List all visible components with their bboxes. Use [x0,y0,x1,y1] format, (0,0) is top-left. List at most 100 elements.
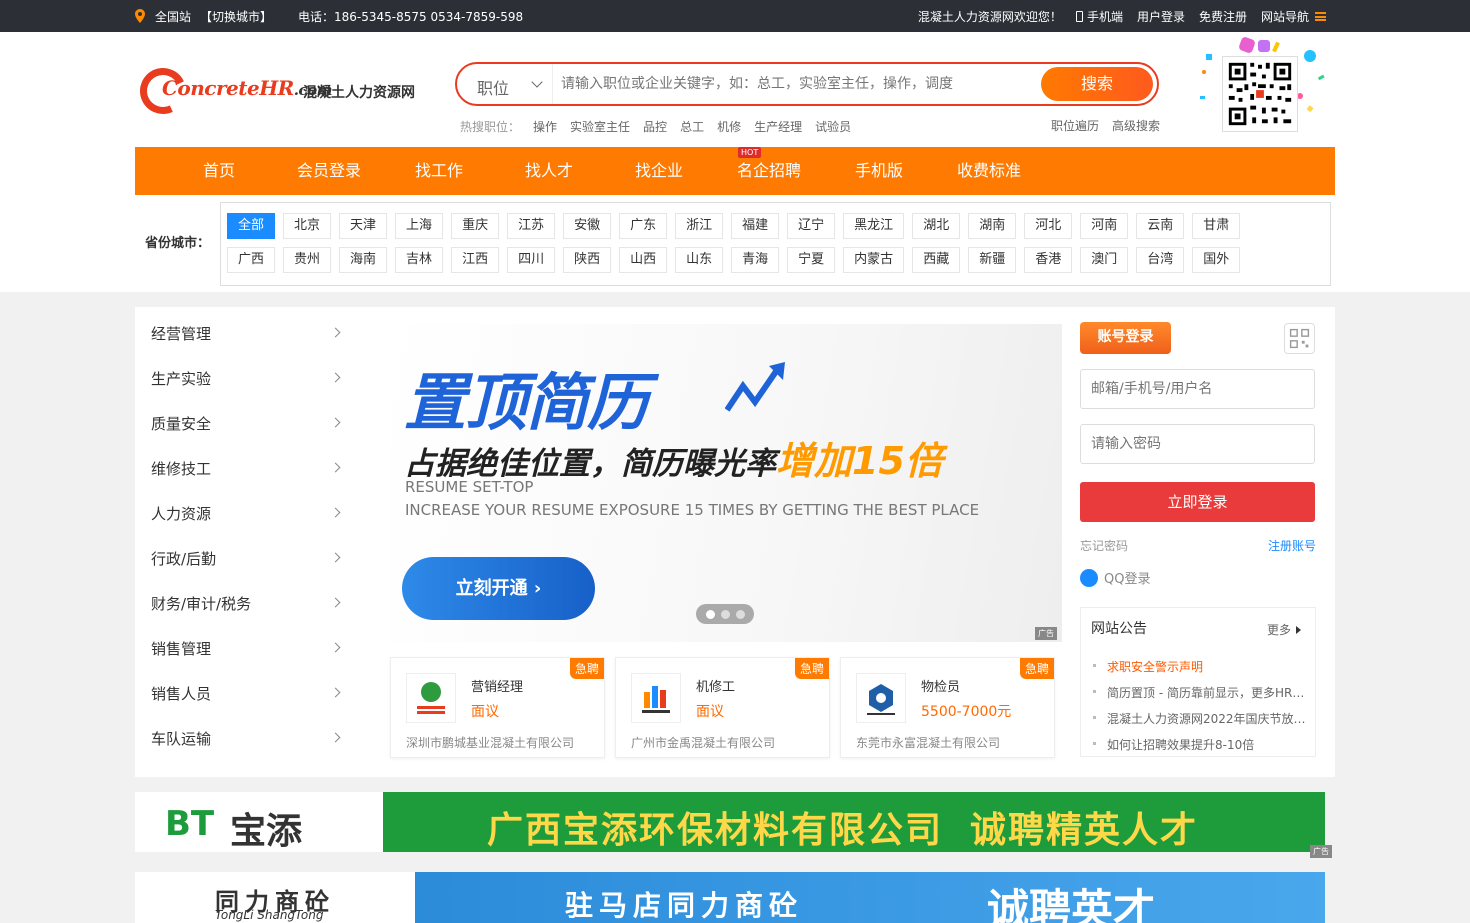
province-item[interactable]: 河南 [1080,213,1129,239]
province-item[interactable]: 香港 [1024,247,1073,273]
category-item[interactable]: 生产实验 [151,360,351,405]
province-item[interactable]: 重庆 [451,213,500,239]
ad-banner-tongli[interactable]: 同力商砼 TongLi ShangTong 驻马店同力商砼 诚聘英才 [135,872,1325,923]
province-item[interactable]: 辽宁 [787,213,836,239]
province-item[interactable]: 北京 [283,213,332,239]
category-item[interactable]: 行政/后勤 [151,540,351,585]
user-login-link[interactable]: 用户登录 [1137,8,1185,25]
job-card[interactable]: 急聘 机修工 面议 广州市金禹混凝土有限公司 [615,657,830,758]
account-login-tab[interactable]: 账号登录 [1080,322,1171,354]
more-link[interactable]: 更多 [1267,621,1301,638]
all-jobs-link[interactable]: 职位遍历 [1051,117,1099,134]
site-nav-link[interactable]: 网站导航 [1261,8,1326,25]
job-card[interactable]: 急聘 营销经理 面议 深圳市鹏城基业混凝土有限公司 [390,657,605,758]
province-item[interactable]: 天津 [339,213,388,239]
company-name: 广州市金禹混凝土有限公司 [631,736,776,750]
welcome-text: 混凝土人力资源网欢迎您！ [917,10,1062,24]
province-item[interactable]: 上海 [395,213,444,239]
qr-login-icon[interactable] [1284,323,1315,354]
category-item[interactable]: 财务/审计/税务 [151,585,351,630]
category-item[interactable]: 销售管理 [151,630,351,675]
province-item[interactable]: 湖南 [968,213,1017,239]
province-item[interactable]: 云南 [1136,213,1185,239]
username-input[interactable] [1080,369,1315,409]
nav-pricing[interactable]: 收费标准 [957,147,1067,195]
province-item[interactable]: 江西 [451,247,500,273]
qq-login-link[interactable]: QQ登录 [1080,568,1150,587]
province-item[interactable]: 江苏 [507,213,556,239]
chevron-down-icon[interactable] [531,76,543,88]
nav-home[interactable]: 首页 [203,147,297,195]
banner-cta-button[interactable]: 立刻开通 › [402,557,595,620]
province-item[interactable]: 山东 [675,247,724,273]
hot-item[interactable]: 机修 [717,118,741,135]
province-item[interactable]: 澳门 [1080,247,1129,273]
category-item[interactable]: 质量安全 [151,405,351,450]
promo-banner[interactable]: 置顶简历 占据绝佳位置，简历曝光率增加15倍 RESUME SET-TOP IN… [390,324,1062,642]
province-item[interactable]: 海南 [339,247,388,273]
announcement-item[interactable]: 混凝土人力资源网2022年国庆节放假通知 [1093,710,1307,736]
province-item[interactable]: 湖北 [912,213,961,239]
province-item[interactable]: 福建 [731,213,780,239]
nav-mobile[interactable]: 手机版 [855,147,957,195]
category-item[interactable]: 人力资源 [151,495,351,540]
register-link[interactable]: 注册账号 [1268,537,1316,554]
qq-login-label: QQ登录 [1104,572,1151,587]
province-item[interactable]: 宁夏 [787,247,836,273]
carousel-dot[interactable] [705,609,715,619]
hot-item[interactable]: 试验员 [815,118,851,135]
hot-item[interactable]: 生产经理 [754,118,802,135]
category-item[interactable]: 维修技工 [151,450,351,495]
province-item[interactable]: 安徽 [563,213,612,239]
province-item[interactable]: 黑龙江 [843,213,905,239]
province-item[interactable]: 浙江 [675,213,724,239]
switch-city-link[interactable]: 【切换城市】 [200,8,272,25]
province-item[interactable]: 青海 [731,247,780,273]
hot-item[interactable]: 总工 [680,118,704,135]
province-item[interactable]: 广东 [619,213,668,239]
job-card[interactable]: 急聘 物检员 5500-7000元 东莞市永富混凝土有限公司 [840,657,1055,758]
hot-item[interactable]: 品控 [643,118,667,135]
province-item[interactable]: 四川 [507,247,556,273]
advanced-search-link[interactable]: 高级搜索 [1112,117,1160,134]
province-item[interactable]: 甘肃 [1192,213,1241,239]
site-logo[interactable]: ConcreteHR.com 混凝土人力资源网 [133,61,420,121]
forgot-password-link[interactable]: 忘记密码 [1080,537,1128,554]
nav-member-login[interactable]: 会员登录 [297,147,415,195]
province-item[interactable]: 新疆 [968,247,1017,273]
province-item[interactable]: 广西 [227,247,276,273]
mobile-link[interactable]: 手机端 [1075,8,1123,25]
search-type-select[interactable]: 职位 [477,75,509,99]
search-button[interactable]: 搜索 [1041,67,1153,101]
nav-find-job[interactable]: 找工作 [415,147,525,195]
province-item[interactable]: 山西 [619,247,668,273]
free-register-link[interactable]: 免费注册 [1199,8,1247,25]
hot-item[interactable]: 实验室主任 [570,118,630,135]
province-item[interactable]: 全部 [227,213,276,239]
province-item[interactable]: 西藏 [912,247,961,273]
province-item[interactable]: 国外 [1192,247,1241,273]
nav-find-talent[interactable]: 找人才 [525,147,635,195]
chevron-right-icon [330,687,341,698]
announcement-item[interactable]: 简历置顶 - 简历靠前显示，更多HR看到您的简历 [1093,684,1307,710]
category-item[interactable]: 经营管理 [151,315,351,360]
announcement-item[interactable]: 求职安全警示声明 [1093,658,1307,684]
nav-find-company[interactable]: 找企业 [635,147,737,195]
province-item[interactable]: 河北 [1024,213,1073,239]
login-button[interactable]: 立即登录 [1080,482,1315,522]
province-item[interactable]: 吉林 [395,247,444,273]
announcement-item[interactable]: 如何让招聘效果提升8-10倍 [1093,736,1307,762]
ad-banner-baotian[interactable]: BT 宝添 广西宝添环保材料有限公司 诚聘精英人才 [135,792,1325,852]
category-item[interactable]: 车队运输 [151,720,351,765]
job-salary: 面议 [696,704,724,720]
province-item[interactable]: 陕西 [563,247,612,273]
carousel-dot[interactable] [720,609,730,619]
search-input[interactable] [561,72,1031,96]
province-item[interactable]: 内蒙古 [843,247,905,273]
hot-item[interactable]: 操作 [533,118,557,135]
carousel-dot[interactable] [735,609,745,619]
password-input[interactable] [1080,424,1315,464]
category-item[interactable]: 销售人员 [151,675,351,720]
province-item[interactable]: 台湾 [1136,247,1185,273]
province-item[interactable]: 贵州 [283,247,332,273]
